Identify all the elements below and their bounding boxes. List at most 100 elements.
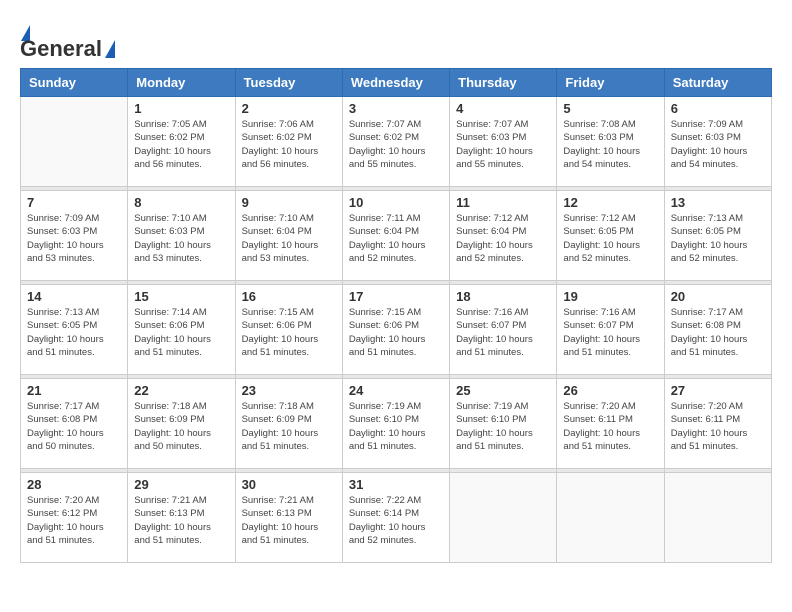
day-number: 22 (134, 383, 228, 398)
page-header: General (20, 20, 772, 58)
calendar-cell: 19 Sunrise: 7:16 AM Sunset: 6:07 PM Dayli… (557, 285, 664, 375)
calendar-cell: 27 Sunrise: 7:20 AM Sunset: 6:11 PM Dayli… (664, 379, 771, 469)
day-info: Sunrise: 7:07 AM Sunset: 6:03 PM Dayligh… (456, 118, 550, 171)
day-number: 3 (349, 101, 443, 116)
day-info: Sunrise: 7:10 AM Sunset: 6:03 PM Dayligh… (134, 212, 228, 265)
calendar-cell: 7 Sunrise: 7:09 AM Sunset: 6:03 PM Daylig… (21, 191, 128, 281)
day-info: Sunrise: 7:14 AM Sunset: 6:06 PM Dayligh… (134, 306, 228, 359)
day-info: Sunrise: 7:22 AM Sunset: 6:14 PM Dayligh… (349, 494, 443, 547)
day-info: Sunrise: 7:17 AM Sunset: 6:08 PM Dayligh… (671, 306, 765, 359)
calendar-cell: 24Sunrise: 7:19 AM Sunset: 6:10 PM Dayli… (342, 379, 449, 469)
calendar-cell: 8 Sunrise: 7:10 AM Sunset: 6:03 PM Daylig… (128, 191, 235, 281)
day-number: 8 (134, 195, 228, 210)
header-monday: Monday (128, 69, 235, 97)
calendar-cell: 5 Sunrise: 7:08 AM Sunset: 6:03 PM Daylig… (557, 97, 664, 187)
calendar-cell: 17 Sunrise: 7:15 AM Sunset: 6:06 PM Dayli… (342, 285, 449, 375)
day-info: Sunrise: 7:12 AM Sunset: 6:04 PM Dayligh… (456, 212, 550, 265)
calendar-cell: 29 Sunrise: 7:21 AM Sunset: 6:13 PM Dayli… (128, 473, 235, 563)
day-number: 27 (671, 383, 765, 398)
day-info: Sunrise: 7:21 AM Sunset: 6:13 PM Dayligh… (134, 494, 228, 547)
calendar-cell: 28 Sunrise: 7:20 AM Sunset: 6:12 PM Dayli… (21, 473, 128, 563)
calendar-cell: 18 Sunrise: 7:16 AM Sunset: 6:07 PM Dayli… (450, 285, 557, 375)
calendar-cell: 1Sunrise: 7:05 AM Sunset: 6:02 PM Daylig… (128, 97, 235, 187)
header-tuesday: Tuesday (235, 69, 342, 97)
day-number: 28 (27, 477, 121, 492)
header-sunday: Sunday (21, 69, 128, 97)
day-info: Sunrise: 7:16 AM Sunset: 6:07 PM Dayligh… (563, 306, 657, 359)
day-info: Sunrise: 7:15 AM Sunset: 6:06 PM Dayligh… (349, 306, 443, 359)
header-thursday: Thursday (450, 69, 557, 97)
week-row-3: 14 Sunrise: 7:13 AM Sunset: 6:05 PM Dayli… (21, 285, 772, 375)
day-number: 11 (456, 195, 550, 210)
day-info: Sunrise: 7:20 AM Sunset: 6:11 PM Dayligh… (563, 400, 657, 453)
day-number: 29 (134, 477, 228, 492)
day-number: 19 (563, 289, 657, 304)
calendar-cell: 21Sunrise: 7:17 AM Sunset: 6:08 PM Dayli… (21, 379, 128, 469)
day-number: 13 (671, 195, 765, 210)
logo-general-text: General (20, 36, 102, 62)
calendar-cell: 14 Sunrise: 7:13 AM Sunset: 6:05 PM Dayli… (21, 285, 128, 375)
day-number: 4 (456, 101, 550, 116)
day-info: Sunrise: 7:20 AM Sunset: 6:11 PM Dayligh… (671, 400, 765, 453)
day-info: Sunrise: 7:06 AM Sunset: 6:02 PM Dayligh… (242, 118, 336, 171)
calendar-cell: 10Sunrise: 7:11 AM Sunset: 6:04 PM Dayli… (342, 191, 449, 281)
calendar-cell: 2 Sunrise: 7:06 AM Sunset: 6:02 PM Daylig… (235, 97, 342, 187)
calendar-cell: 26 Sunrise: 7:20 AM Sunset: 6:11 PM Dayli… (557, 379, 664, 469)
day-info: Sunrise: 7:09 AM Sunset: 6:03 PM Dayligh… (27, 212, 121, 265)
day-info: Sunrise: 7:08 AM Sunset: 6:03 PM Dayligh… (563, 118, 657, 171)
day-info: Sunrise: 7:15 AM Sunset: 6:06 PM Dayligh… (242, 306, 336, 359)
day-number: 6 (671, 101, 765, 116)
day-info: Sunrise: 7:13 AM Sunset: 6:05 PM Dayligh… (27, 306, 121, 359)
calendar-cell: 22 Sunrise: 7:18 AM Sunset: 6:09 PM Dayli… (128, 379, 235, 469)
calendar-cell (21, 97, 128, 187)
day-number: 5 (563, 101, 657, 116)
day-number: 20 (671, 289, 765, 304)
day-number: 15 (134, 289, 228, 304)
calendar-header-row: SundayMondayTuesdayWednesdayThursdayFrid… (21, 69, 772, 97)
calendar-cell: 4 Sunrise: 7:07 AM Sunset: 6:03 PM Daylig… (450, 97, 557, 187)
header-friday: Friday (557, 69, 664, 97)
day-info: Sunrise: 7:18 AM Sunset: 6:09 PM Dayligh… (134, 400, 228, 453)
day-number: 17 (349, 289, 443, 304)
day-info: Sunrise: 7:09 AM Sunset: 6:03 PM Dayligh… (671, 118, 765, 171)
calendar-cell (664, 473, 771, 563)
logo: General (20, 20, 115, 58)
day-info: Sunrise: 7:20 AM Sunset: 6:12 PM Dayligh… (27, 494, 121, 547)
day-info: Sunrise: 7:05 AM Sunset: 6:02 PM Dayligh… (134, 118, 228, 171)
calendar-cell: 9Sunrise: 7:10 AM Sunset: 6:04 PM Daylig… (235, 191, 342, 281)
calendar-cell (557, 473, 664, 563)
calendar: SundayMondayTuesdayWednesdayThursdayFrid… (20, 68, 772, 563)
day-number: 18 (456, 289, 550, 304)
week-row-5: 28 Sunrise: 7:20 AM Sunset: 6:12 PM Dayli… (21, 473, 772, 563)
day-number: 24 (349, 383, 443, 398)
day-number: 26 (563, 383, 657, 398)
day-number: 10 (349, 195, 443, 210)
day-info: Sunrise: 7:16 AM Sunset: 6:07 PM Dayligh… (456, 306, 550, 359)
calendar-cell: 13 Sunrise: 7:13 AM Sunset: 6:05 PM Dayli… (664, 191, 771, 281)
day-info: Sunrise: 7:18 AM Sunset: 6:09 PM Dayligh… (242, 400, 336, 453)
day-number: 9 (242, 195, 336, 210)
calendar-cell: 15 Sunrise: 7:14 AM Sunset: 6:06 PM Dayli… (128, 285, 235, 375)
week-row-2: 7 Sunrise: 7:09 AM Sunset: 6:03 PM Daylig… (21, 191, 772, 281)
day-number: 16 (242, 289, 336, 304)
day-info: Sunrise: 7:17 AM Sunset: 6:08 PM Dayligh… (27, 400, 121, 453)
week-row-1: 1Sunrise: 7:05 AM Sunset: 6:02 PM Daylig… (21, 97, 772, 187)
day-number: 14 (27, 289, 121, 304)
day-info: Sunrise: 7:13 AM Sunset: 6:05 PM Dayligh… (671, 212, 765, 265)
week-row-4: 21Sunrise: 7:17 AM Sunset: 6:08 PM Dayli… (21, 379, 772, 469)
calendar-cell: 6 Sunrise: 7:09 AM Sunset: 6:03 PM Daylig… (664, 97, 771, 187)
calendar-cell: 30Sunrise: 7:21 AM Sunset: 6:13 PM Dayli… (235, 473, 342, 563)
calendar-cell: 3 Sunrise: 7:07 AM Sunset: 6:02 PM Daylig… (342, 97, 449, 187)
day-number: 7 (27, 195, 121, 210)
day-number: 25 (456, 383, 550, 398)
header-wednesday: Wednesday (342, 69, 449, 97)
calendar-cell: 12Sunrise: 7:12 AM Sunset: 6:05 PM Dayli… (557, 191, 664, 281)
day-info: Sunrise: 7:21 AM Sunset: 6:13 PM Dayligh… (242, 494, 336, 547)
day-info: Sunrise: 7:19 AM Sunset: 6:10 PM Dayligh… (456, 400, 550, 453)
calendar-cell: 16 Sunrise: 7:15 AM Sunset: 6:06 PM Dayli… (235, 285, 342, 375)
day-info: Sunrise: 7:12 AM Sunset: 6:05 PM Dayligh… (563, 212, 657, 265)
header-saturday: Saturday (664, 69, 771, 97)
calendar-cell: 25 Sunrise: 7:19 AM Sunset: 6:10 PM Dayli… (450, 379, 557, 469)
day-number: 2 (242, 101, 336, 116)
day-info: Sunrise: 7:07 AM Sunset: 6:02 PM Dayligh… (349, 118, 443, 171)
